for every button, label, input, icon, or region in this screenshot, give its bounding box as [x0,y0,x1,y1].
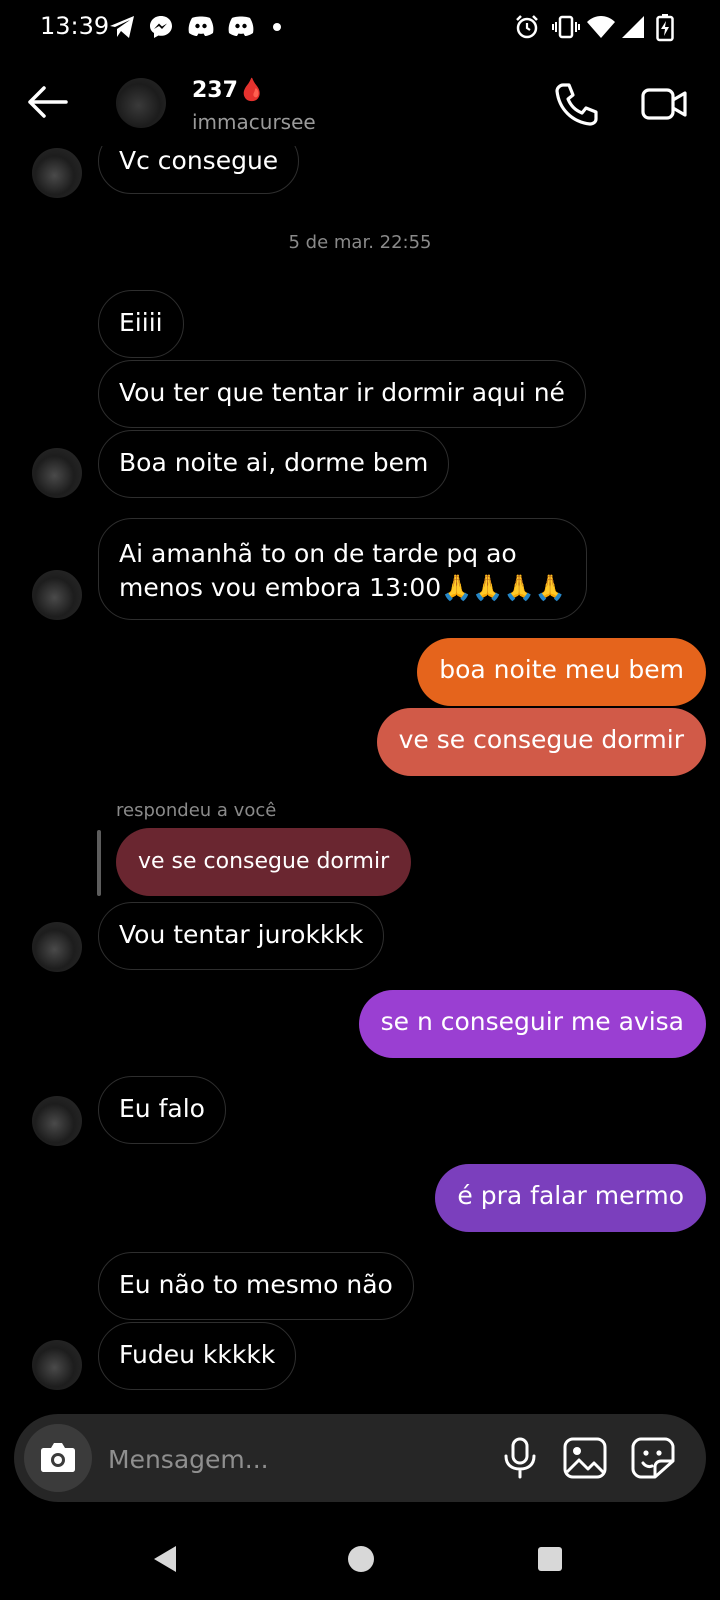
sender-avatar[interactable] [32,148,82,198]
status-time: 13:39 [40,12,110,40]
nav-back-icon[interactable] [152,1544,178,1574]
discord-icon [228,16,254,36]
battery-charging-icon [656,14,674,42]
reply-indicator-bar [97,830,101,896]
incoming-message[interactable]: Eu falo [98,1076,226,1144]
incoming-message[interactable]: Fudeu kkkkk [98,1322,297,1390]
contact-name-text: 237 [192,78,238,103]
wifi-icon [587,16,615,38]
drop-of-blood-emoji: 🩸 [237,78,266,103]
incoming-message[interactable]: Vou ter que tentar ir dormir aqui né [98,360,586,428]
messenger-icon [150,16,172,38]
message-timestamp: 5 de mar. 22:55 [288,232,432,253]
incoming-message[interactable]: Vc consegue [98,146,300,194]
system-nav-bar [0,1520,720,1600]
camera-button[interactable] [24,1424,92,1492]
message-line: menos vou embora 13:00🙏🙏🙏🙏 [119,573,566,602]
contact-name[interactable]: 237🩸 [192,78,265,103]
sender-avatar[interactable] [32,1096,82,1146]
nav-recents-icon[interactable] [538,1547,562,1571]
outgoing-message[interactable]: ve se consegue dormir [376,708,706,776]
contact-avatar[interactable] [116,78,166,128]
message-composer [14,1414,706,1502]
reply-label: respondeu a você [116,800,277,821]
incoming-message[interactable]: Eu não to mesmo não [98,1252,414,1320]
outgoing-message[interactable]: se n conseguir me avisa [358,990,706,1058]
sender-avatar[interactable] [32,570,82,620]
phone-call-icon[interactable] [552,80,600,128]
back-arrow-icon[interactable] [26,84,70,120]
signal-icon [622,16,644,38]
incoming-message[interactable]: Vou tentar jurokkkk [98,902,385,970]
sticker-icon[interactable] [630,1436,676,1480]
message-line: Ai amanhã to on de tarde pq ao [119,539,517,568]
incoming-message[interactable]: Boa noite ai, dorme bem [98,430,450,498]
gallery-icon[interactable] [562,1436,608,1480]
incoming-message[interactable]: Ai amanhã to on de tarde pq ao menos vou… [98,518,587,620]
alarm-icon [516,15,538,39]
telegram-icon [110,16,134,38]
discord-icon [188,16,214,36]
sender-avatar[interactable] [32,448,82,498]
incoming-message[interactable]: Eiiii [98,290,184,358]
message-thread[interactable]: Vc consegue 5 de mar. 22:55 Eiiii Vou te… [0,146,720,1408]
outgoing-message[interactable]: boa noite meu bem [417,638,706,706]
nav-home-icon[interactable] [348,1546,374,1572]
camera-icon [41,1443,75,1472]
quoted-message[interactable]: ve se consegue dormir [116,828,412,896]
sender-avatar[interactable] [32,1340,82,1390]
message-input[interactable] [106,1438,470,1480]
chat-header: 237🩸 immacursee [0,56,720,146]
video-call-icon[interactable] [640,82,688,126]
status-bar: 13:39 [0,0,720,56]
outgoing-message[interactable]: é pra falar mermo [435,1164,706,1232]
vibrate-icon [552,15,580,39]
sender-avatar[interactable] [32,922,82,972]
contact-handle: immacursee [192,110,316,134]
dot-icon [273,23,281,31]
microphone-icon[interactable] [498,1436,542,1480]
